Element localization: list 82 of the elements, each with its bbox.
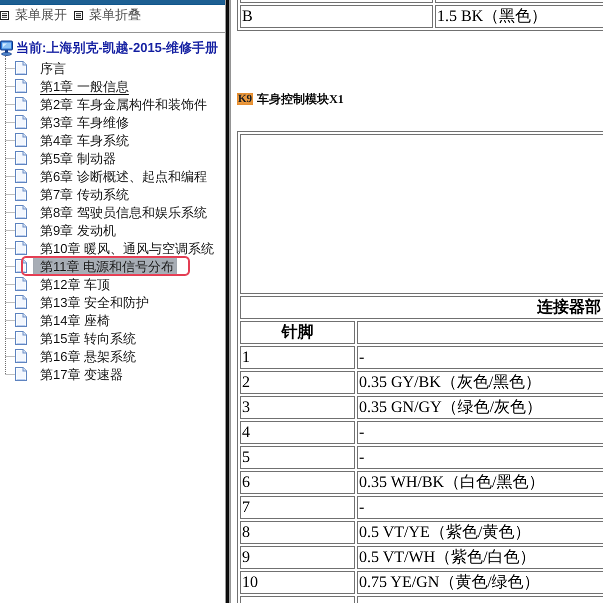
tree-connector xyxy=(5,239,15,257)
tree-connector xyxy=(5,149,15,167)
table-cell: 10 xyxy=(240,571,355,594)
table-cell: 0.35 GN/GY（绿色/灰色） xyxy=(357,396,603,419)
tree-root-item[interactable]: 当前:上海别克-凯越-2015-维修手册 xyxy=(16,40,218,56)
table-cell: - xyxy=(357,421,603,444)
table-cell: 2 xyxy=(240,371,355,394)
tree-connector xyxy=(5,275,15,293)
document-icon xyxy=(15,169,27,183)
table-cell: 4 xyxy=(240,421,355,444)
table-cell: 0.35 WH/BK（白色/黑色） xyxy=(357,471,603,494)
tree-connector xyxy=(5,311,15,329)
table-cell: - xyxy=(357,346,603,369)
document-icon xyxy=(15,151,27,165)
tree-item[interactable]: 第4章 车身系统 xyxy=(33,132,132,148)
document-icon xyxy=(15,223,27,237)
tree-item[interactable]: 第17章 变速器 xyxy=(33,366,126,382)
table-cell: 3 xyxy=(240,396,355,419)
computer-icon xyxy=(0,40,13,56)
table-cell: 0.75 YE/GN（黄色/绿色） xyxy=(357,571,603,594)
document-icon xyxy=(15,277,27,291)
toolbar-button[interactable]: 菜单折叠 xyxy=(74,7,141,23)
tree-connector xyxy=(5,77,15,95)
section-title: 车身控制模块X1 xyxy=(257,92,344,106)
document-icon xyxy=(15,97,27,111)
tree-connector xyxy=(5,203,15,221)
component-code: K9 xyxy=(237,93,254,105)
table-cell: - xyxy=(357,446,603,469)
document-icon xyxy=(15,349,27,363)
tree-item[interactable]: 序言 xyxy=(33,60,69,76)
document-icon xyxy=(15,295,27,309)
tree-item[interactable]: 第3章 车身维修 xyxy=(33,114,132,130)
tree-item[interactable]: 第12章 车顶 xyxy=(33,276,114,292)
table-cell: 9 xyxy=(240,546,355,569)
tree-item[interactable]: 第7章 传动系统 xyxy=(33,186,132,202)
table-cell: - xyxy=(357,496,603,519)
tree-item[interactable]: 第5章 制动器 xyxy=(33,150,119,166)
table-header-cell: 连接器部 xyxy=(240,296,603,319)
tree-item[interactable]: 第11章 电源和信号分布 xyxy=(33,258,178,274)
table-cell: 0.35 GY/BK（灰色/黑色） xyxy=(357,371,603,394)
tree-connector xyxy=(5,329,15,347)
table-cell: B xyxy=(240,5,433,28)
document-icon xyxy=(15,187,27,201)
table-cell: 8 xyxy=(240,521,355,544)
table-cell: 5 xyxy=(240,446,355,469)
toolbar-button[interactable]: 菜单展开 xyxy=(0,7,67,23)
tree-connector xyxy=(5,167,15,185)
table-cell: 7 xyxy=(240,496,355,519)
document-icon xyxy=(15,367,27,381)
document-icon xyxy=(15,79,27,93)
tree-item[interactable]: 第16章 悬架系统 xyxy=(33,348,140,364)
table-cell: 1 xyxy=(240,346,355,369)
table-cell: 0.5 VT/YE（紫色/黄色） xyxy=(357,521,603,544)
document-icon xyxy=(15,241,27,255)
tree-connector xyxy=(5,131,15,149)
tree-item[interactable]: 第10章 暖风、通风与空调系统 xyxy=(33,240,218,256)
document-icon xyxy=(15,331,27,345)
tree-item[interactable]: 第14章 座椅 xyxy=(33,312,114,328)
tree-item[interactable]: 第8章 驾驶员信息和娱乐系统 xyxy=(33,204,210,220)
document-icon xyxy=(15,115,27,129)
document-icon xyxy=(15,313,27,327)
tree-item[interactable]: 第15章 转向系统 xyxy=(33,330,140,346)
column-header: 针脚 xyxy=(240,321,355,344)
tree-item[interactable]: 第6章 诊断概述、起点和编程 xyxy=(33,168,210,184)
tree-connector xyxy=(5,95,15,113)
tree-item[interactable]: 第1章 一般信息 xyxy=(33,78,132,94)
document-icon xyxy=(15,133,27,147)
tree-connector xyxy=(5,185,15,203)
tree-item[interactable]: 第13章 安全和防护 xyxy=(33,294,152,310)
tree-item[interactable]: 第9章 发动机 xyxy=(33,222,119,238)
table-cell: 0.5 VT/WH（紫色/白色） xyxy=(357,546,603,569)
list-icon xyxy=(74,10,83,20)
tree-connector xyxy=(5,257,15,275)
tree-item[interactable]: 第2章 车身金属构件和装饰件 xyxy=(33,96,210,112)
document-icon xyxy=(15,61,27,75)
tree-connector xyxy=(5,59,15,77)
document-icon xyxy=(15,205,27,219)
tree-connector xyxy=(5,293,15,311)
table-cell: 6 xyxy=(240,471,355,494)
tree-connector xyxy=(5,221,15,239)
table-cell: 1.5 BK（黑色） xyxy=(435,5,603,28)
tree-connector xyxy=(5,113,15,131)
